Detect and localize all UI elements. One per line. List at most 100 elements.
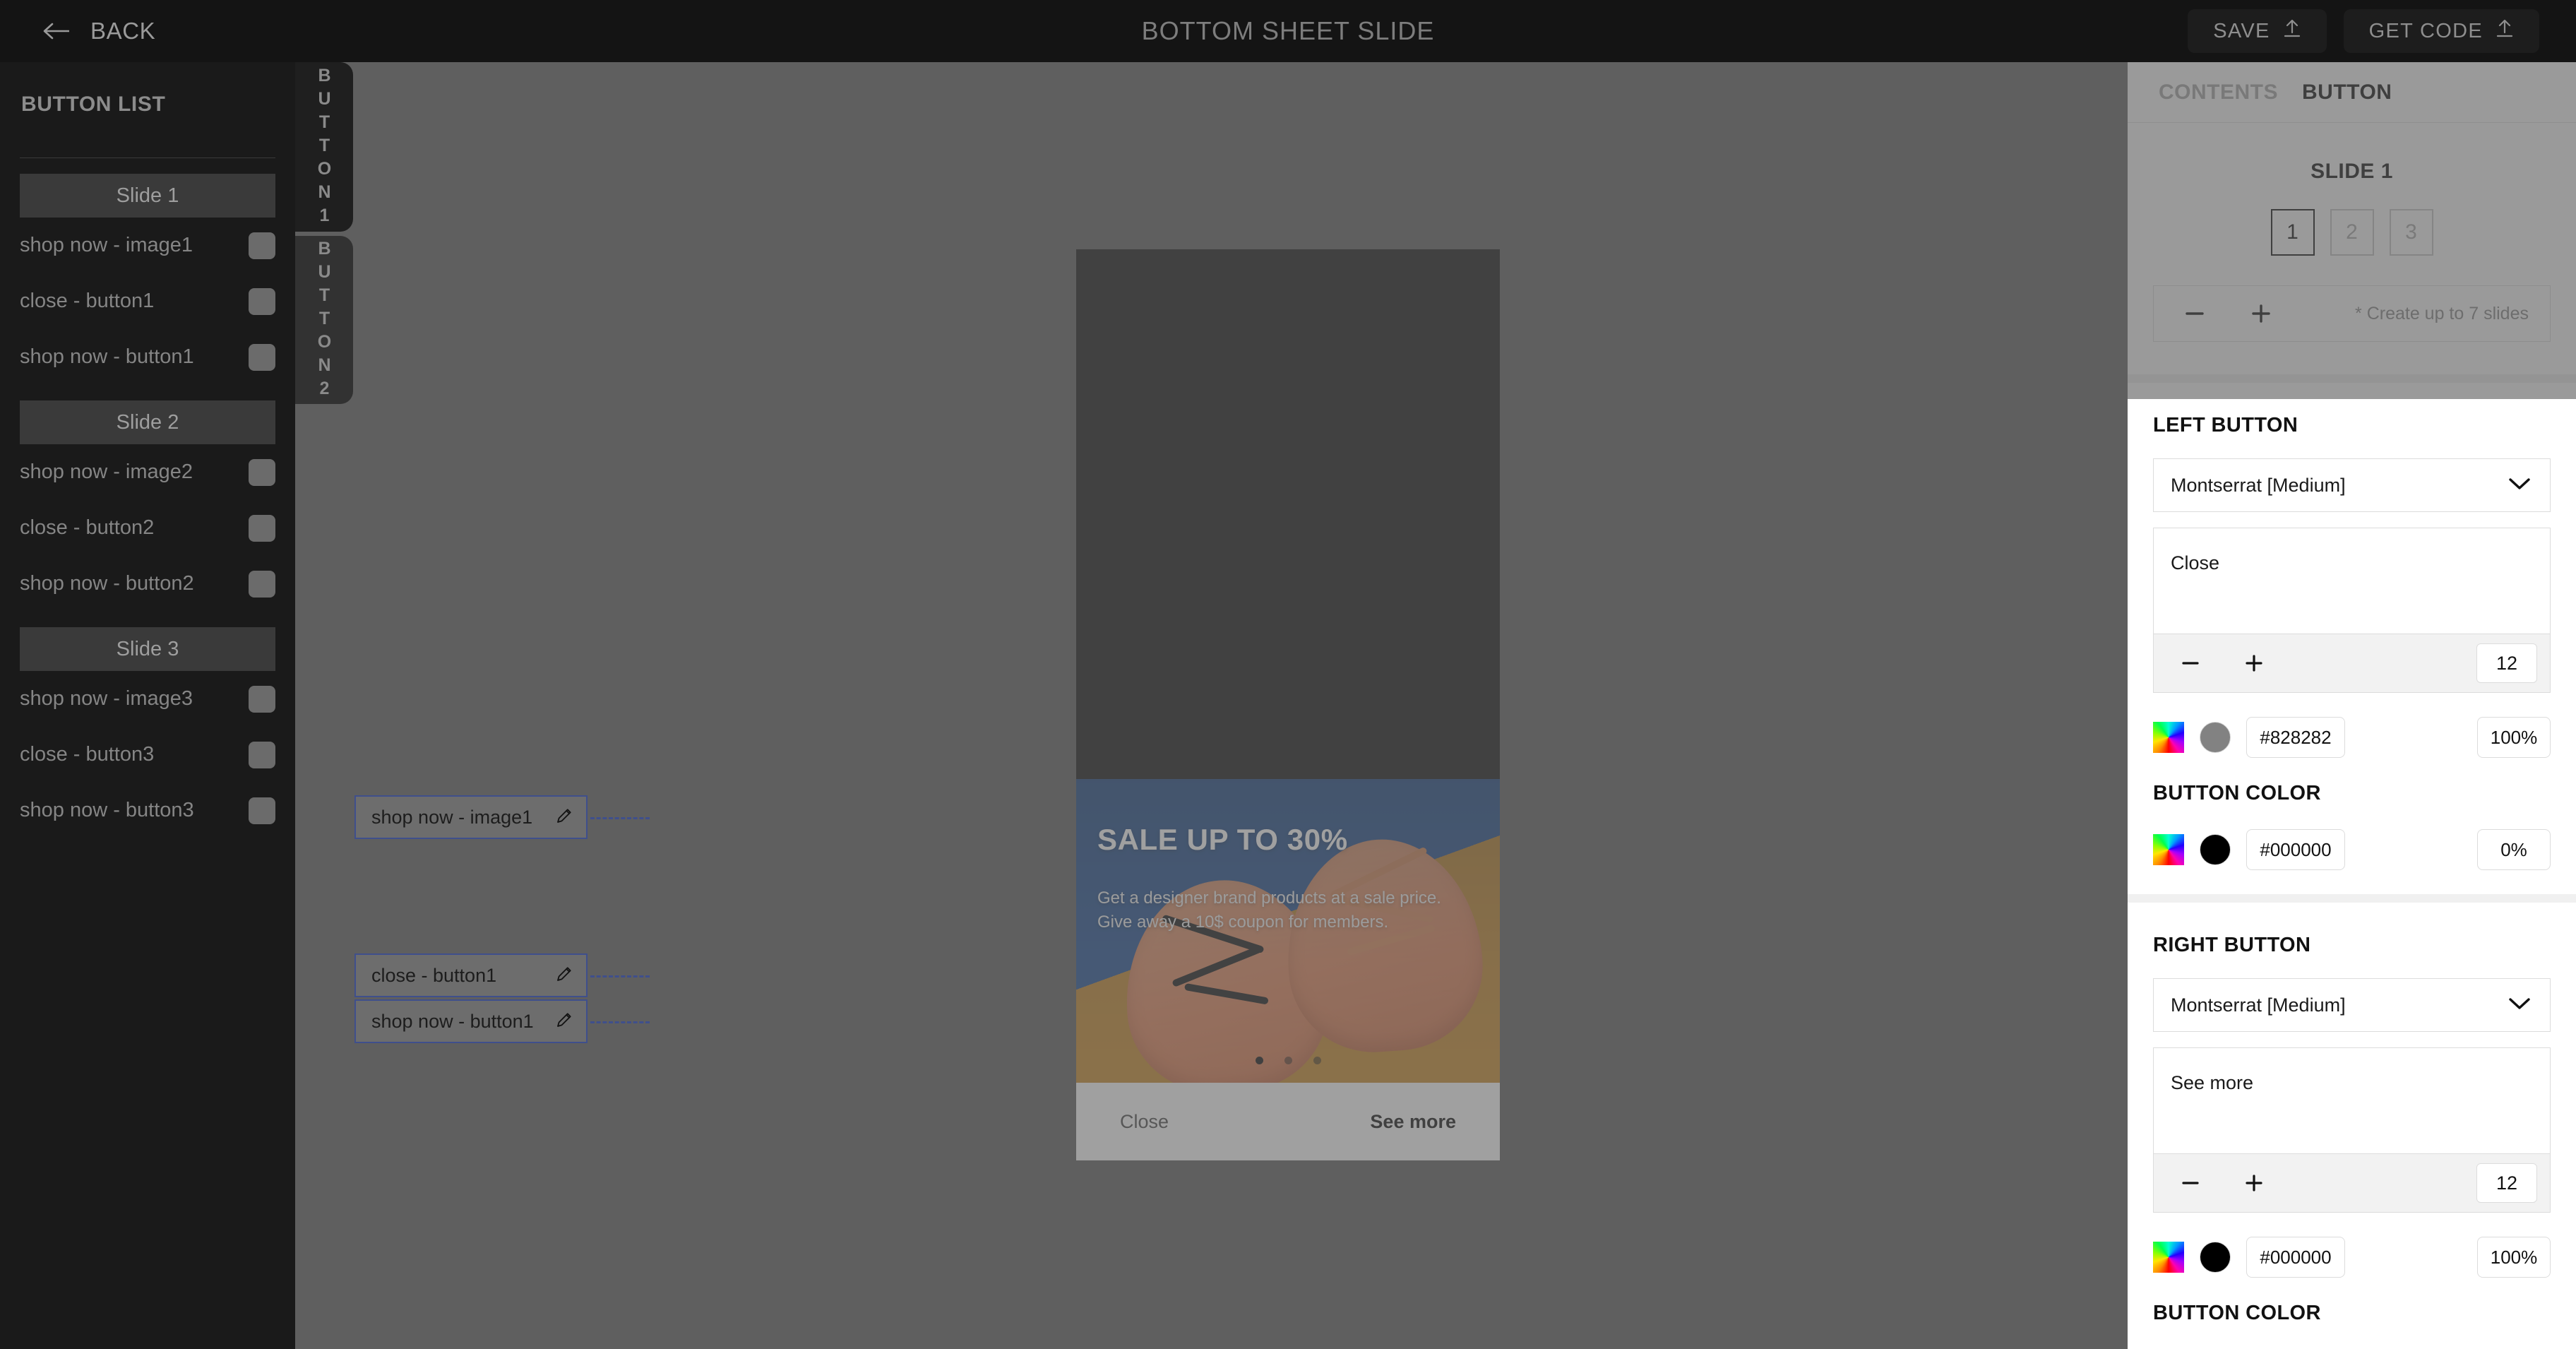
color-swatch[interactable] — [2200, 1242, 2231, 1273]
color-swatch[interactable] — [2200, 834, 2231, 865]
slide-number-3[interactable]: 3 — [2389, 209, 2433, 256]
remove-slide-button[interactable] — [2175, 294, 2214, 333]
visibility-toggle-icon[interactable] — [249, 232, 275, 259]
visibility-toggle-icon[interactable] — [249, 797, 275, 824]
tag-connector-line — [590, 1021, 650, 1023]
list-item[interactable]: shop now - button2 — [20, 556, 275, 612]
preview-see-more-button[interactable]: See more — [1370, 1111, 1456, 1133]
visibility-toggle-icon[interactable] — [249, 287, 275, 315]
pencil-icon[interactable] — [555, 965, 573, 987]
color-swatch[interactable] — [2200, 722, 2231, 753]
slide-count-hint: * Create up to 7 slides — [2355, 303, 2529, 323]
left-button-font-value: Montserrat [Medium] — [2171, 474, 2346, 496]
vertical-tab-label: BUTTON1 — [314, 65, 335, 229]
visibility-toggle-icon[interactable] — [249, 458, 275, 486]
color-wheel-icon[interactable] — [2153, 834, 2184, 865]
bottom-sheet-image[interactable]: SALE UP TO 30% Get a designer brand prod… — [1076, 779, 1500, 1083]
tag-shop-now-button1[interactable]: shop now - button1 — [354, 999, 588, 1043]
carousel-dots[interactable] — [1076, 1057, 1500, 1064]
right-button-font-size-increase[interactable] — [2234, 1163, 2274, 1203]
vertical-tab-strip: BUTTON1 BUTTON2 — [295, 62, 353, 404]
tab-contents[interactable]: CONTENTS — [2159, 81, 2278, 105]
list-item[interactable]: shop now - image1 — [20, 218, 275, 273]
list-item[interactable]: close - button3 — [20, 727, 275, 783]
visibility-toggle-icon[interactable] — [249, 741, 275, 768]
right-button-text-color-hex[interactable]: #000000 — [2246, 1237, 2345, 1278]
left-button-font-size-decrease[interactable] — [2171, 643, 2210, 683]
slide-number-1[interactable]: 1 — [2270, 209, 2315, 256]
visibility-toggle-icon[interactable] — [249, 343, 275, 371]
left-button-text-color-opacity[interactable]: 100% — [2477, 717, 2551, 758]
right-button-text-input[interactable]: See more — [2153, 1047, 2551, 1153]
left-button-bg-color-opacity[interactable]: 0% — [2477, 829, 2551, 870]
promo-subtext-line2: Give away a 10$ coupon for members. — [1097, 913, 1389, 932]
tag-label: shop now - image1 — [371, 806, 533, 828]
carousel-dot[interactable] — [1313, 1057, 1321, 1064]
visibility-toggle-icon[interactable] — [249, 570, 275, 598]
left-button-color-title: BUTTON COLOR — [2153, 782, 2321, 804]
right-button-font-select[interactable]: Montserrat [Medium] — [2153, 978, 2551, 1032]
left-button-text-color-hex[interactable]: #828282 — [2246, 717, 2345, 758]
preview-close-button[interactable]: Close — [1120, 1111, 1169, 1133]
list-item-label: close - button1 — [20, 290, 155, 312]
chevron-down-icon — [2508, 994, 2532, 1016]
tag-close-button1[interactable]: close - button1 — [354, 953, 588, 997]
carousel-dot[interactable] — [1255, 1057, 1263, 1064]
slide-title: SLIDE 1 — [2310, 160, 2393, 183]
list-item-label: close - button3 — [20, 743, 155, 766]
color-wheel-icon[interactable] — [2153, 1242, 2184, 1273]
tag-connector-line — [590, 975, 650, 977]
left-button-section-title: LEFT BUTTON — [2153, 414, 2298, 436]
save-label: SAVE — [2213, 19, 2270, 42]
tag-label: shop now - button1 — [371, 1010, 534, 1032]
left-button-text-input[interactable]: Close — [2153, 528, 2551, 634]
pencil-icon[interactable] — [555, 807, 573, 828]
right-button-color-title: BUTTON COLOR — [2153, 1302, 2321, 1324]
list-item[interactable]: shop now - button3 — [20, 783, 275, 838]
right-button-text-color-opacity[interactable]: 100% — [2477, 1237, 2551, 1278]
carousel-dot[interactable] — [1284, 1057, 1292, 1064]
color-wheel-icon[interactable] — [2153, 722, 2184, 753]
tag-shop-now-image1[interactable]: shop now - image1 — [354, 795, 588, 839]
visibility-toggle-icon[interactable] — [249, 685, 275, 713]
right-button-font-size-decrease[interactable] — [2171, 1163, 2210, 1203]
slide-number-2[interactable]: 2 — [2330, 209, 2374, 256]
top-bar: BACK BOTTOM SHEET SLIDE SAVE GET CODE — [0, 0, 2576, 62]
left-button-font-size-value[interactable]: 12 — [2476, 643, 2537, 683]
left-button-font-size-increase[interactable] — [2234, 643, 2274, 683]
get-code-label: GET CODE — [2368, 19, 2483, 42]
left-button-bg-color-hex[interactable]: #000000 — [2246, 829, 2345, 870]
list-item-label: close - button2 — [20, 516, 155, 539]
top-bar-actions: SAVE GET CODE — [2188, 9, 2539, 53]
slide-selector: 1 2 3 — [2128, 209, 2576, 256]
slide-group-header[interactable]: Slide 3 — [20, 627, 275, 671]
tag-label: close - button1 — [371, 964, 497, 986]
list-item-label: shop now - button2 — [20, 572, 194, 595]
app-root: BACK BOTTOM SHEET SLIDE SAVE GET CODE BU… — [0, 0, 2576, 1349]
get-code-button[interactable]: GET CODE — [2343, 9, 2539, 53]
slide-group-header[interactable]: Slide 2 — [20, 400, 275, 444]
list-item[interactable]: close - button1 — [20, 273, 275, 329]
right-button-font-size-value[interactable]: 12 — [2476, 1163, 2537, 1203]
vertical-tab-button1[interactable]: BUTTON1 — [295, 62, 353, 232]
promo-subtext: Get a designer brand products at a sale … — [1097, 886, 1441, 934]
vertical-tab-button2[interactable]: BUTTON2 — [295, 236, 353, 404]
list-item-label: shop now - button3 — [20, 799, 194, 821]
list-item-label: shop now - image1 — [20, 234, 193, 256]
list-item[interactable]: shop now - image2 — [20, 444, 275, 500]
list-item[interactable]: shop now - button1 — [20, 329, 275, 385]
list-item-label: shop now - image2 — [20, 460, 193, 483]
save-button[interactable]: SAVE — [2188, 9, 2327, 53]
tab-button[interactable]: BUTTON — [2302, 81, 2392, 105]
list-item[interactable]: close - button2 — [20, 500, 275, 556]
bottom-sheet-actions: Close See more — [1076, 1083, 1500, 1160]
slide-group-header[interactable]: Slide 1 — [20, 174, 275, 218]
right-button-font-value: Montserrat [Medium] — [2171, 994, 2346, 1016]
right-button-text-color-row: #000000 100% — [2153, 1237, 2551, 1278]
left-button-font-select[interactable]: Montserrat [Medium] — [2153, 458, 2551, 512]
pencil-icon[interactable] — [555, 1011, 573, 1033]
visibility-toggle-icon[interactable] — [249, 514, 275, 542]
add-slide-button[interactable] — [2241, 294, 2281, 333]
right-button-section-title: RIGHT BUTTON — [2153, 934, 2311, 956]
list-item[interactable]: shop now - image3 — [20, 671, 275, 727]
